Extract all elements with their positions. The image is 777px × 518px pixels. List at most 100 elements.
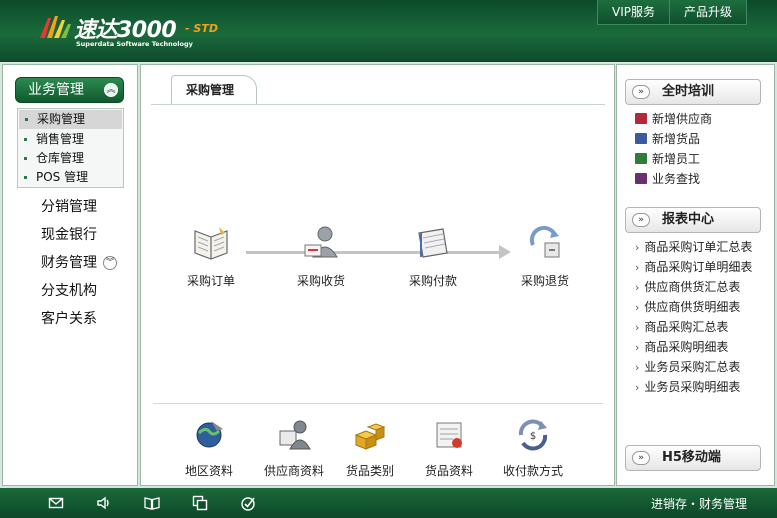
submenu-sales[interactable]: 销售管理 — [18, 130, 123, 149]
footer-icons — [48, 495, 288, 511]
footer-text: 进销存・财务管理 — [650, 497, 747, 511]
reports-header[interactable]: » 报表中心 — [625, 207, 761, 233]
sidebar-item-label: 财务管理 — [41, 255, 97, 271]
sidebar-item-crm[interactable]: 客户关系 — [3, 305, 137, 333]
book-icon — [635, 173, 647, 184]
payment-method-link[interactable]: $ 收付款方式 — [493, 417, 573, 479]
flow-purchase-receipt[interactable]: 采购收货 — [281, 223, 361, 289]
quick-label: 新增供应商 — [652, 112, 713, 126]
quick-label: 新增货品 — [652, 132, 701, 146]
app-header: 速达3000 - STD Superdata Software Technolo… — [0, 0, 777, 62]
region-data-link[interactable]: 地区资料 — [169, 417, 249, 479]
goods-data-link[interactable]: 货品资料 — [409, 417, 489, 479]
flow-purchase-payment[interactable]: 采购付款 — [393, 223, 473, 289]
supplier-data-link[interactable]: 供应商资料 — [254, 417, 334, 479]
flow-label: 采购付款 — [408, 274, 457, 288]
logo-mark-icon — [40, 16, 71, 38]
boxes-icon — [354, 423, 386, 450]
tab-purchase[interactable]: 采购管理 — [171, 75, 257, 105]
payment-exchange-icon: $ — [518, 419, 548, 451]
payment-method-label: 收付款方式 — [502, 464, 563, 478]
book-icon — [635, 153, 647, 164]
submenu-warehouse[interactable]: 仓库管理 — [18, 149, 123, 168]
speaker-icon[interactable] — [96, 495, 112, 511]
report-link[interactable]: › 供应商供货明细表 — [635, 297, 773, 317]
flow-purchase-order[interactable]: 采购订单 — [171, 223, 251, 289]
report-link[interactable]: › 商品采购订单明细表 — [635, 257, 773, 277]
chevron-small-icon: › — [635, 241, 640, 254]
business-search-link[interactable]: 业务查找 — [635, 169, 765, 189]
mail-icon[interactable] — [48, 495, 64, 511]
supplier-data-label: 供应商资料 — [263, 464, 324, 478]
upgrade-link[interactable]: 产品升级 — [669, 0, 747, 25]
training-header[interactable]: » 全时培训 — [625, 79, 761, 105]
chevron-small-icon: › — [635, 341, 640, 354]
brand-edition: - STD — [185, 22, 218, 35]
supplier-person-icon — [279, 420, 311, 450]
brand-logo: 速达3000 - STD Superdata Software Technolo… — [38, 12, 238, 50]
quick-actions: 新增供应商 新增货品 新增员工 业务查找 — [635, 109, 765, 189]
report-label: 业务员采购汇总表 — [644, 360, 741, 374]
chevron-small-icon: › — [635, 301, 640, 314]
report-link[interactable]: › 业务员采购明细表 — [635, 377, 773, 397]
windows-icon[interactable] — [192, 495, 208, 511]
chevron-right-icon: » — [632, 213, 650, 227]
add-supplier-link[interactable]: 新增供应商 — [635, 109, 765, 129]
return-arrows-icon — [529, 225, 560, 258]
submenu-pos[interactable]: POS 管理 — [18, 168, 123, 187]
sidebar-item-branches[interactable]: 分支机构 — [3, 277, 137, 305]
report-link[interactable]: › 商品采购汇总表 — [635, 317, 773, 337]
collapse-icon: ︽ — [104, 83, 118, 97]
report-label: 商品采购订单汇总表 — [644, 240, 753, 254]
expand-icon: ︾ — [103, 256, 117, 270]
person-receive-icon — [304, 226, 338, 258]
chevron-small-icon: › — [635, 321, 640, 334]
chevron-small-icon: › — [635, 381, 640, 394]
chevron-small-icon: › — [635, 361, 640, 374]
section-divider — [153, 403, 603, 404]
sidebar-item-label: 分支机构 — [41, 283, 97, 299]
book-icon — [635, 113, 647, 124]
sidebar-item-cash-bank[interactable]: 现金银行 — [3, 221, 137, 249]
top-nav: VIP服务 产品升级 — [596, 0, 747, 25]
quick-label: 业务查找 — [652, 172, 701, 186]
submenu-purchase[interactable]: 采购管理 — [19, 110, 122, 129]
report-link[interactable]: › 供应商供货汇总表 — [635, 277, 773, 297]
sidebar-group-business[interactable]: 业务管理 ︽ — [15, 77, 124, 103]
add-employee-link[interactable]: 新增员工 — [635, 149, 765, 169]
report-label: 商品采购汇总表 — [644, 320, 729, 334]
svg-text:$: $ — [530, 431, 536, 442]
flow-label: 采购收货 — [296, 274, 345, 288]
report-link[interactable]: › 商品采购订单汇总表 — [635, 237, 773, 257]
sidebar-item-finance[interactable]: 财务管理 ︾ — [3, 249, 137, 277]
sidebar-submenu: 采购管理 销售管理 仓库管理 POS 管理 — [17, 108, 124, 188]
flow-purchase-return[interactable]: 采购退货 — [505, 223, 585, 289]
right-panel: » 全时培训 新增供应商 新增货品 新增员工 业务查找 » 报表中心 › 商品采购… — [616, 64, 775, 486]
brand-subtitle: Superdata Software Technology — [76, 40, 193, 48]
ledger-txt-icon — [418, 228, 448, 258]
notebook-icon — [194, 227, 228, 260]
report-label: 供应商供货汇总表 — [644, 280, 741, 294]
goods-data-label: 货品资料 — [424, 464, 473, 478]
status-bar: 进销存・财务管理 — [0, 488, 777, 518]
vip-service-link[interactable]: VIP服务 — [597, 0, 670, 25]
add-goods-link[interactable]: 新增货品 — [635, 129, 765, 149]
region-data-label: 地区资料 — [184, 464, 233, 478]
tab-divider — [151, 104, 605, 105]
report-link[interactable]: › 业务员采购汇总表 — [635, 357, 773, 377]
report-link[interactable]: › 商品采购明细表 — [635, 337, 773, 357]
report-label: 商品采购订单明细表 — [644, 260, 753, 274]
sidebar-items: 分销管理 现金银行 财务管理 ︾ 分支机构 客户关系 — [3, 193, 137, 333]
book-icon[interactable] — [144, 495, 160, 511]
mobile-header[interactable]: » H5移动端 — [625, 445, 761, 471]
chevron-right-icon: » — [632, 85, 650, 99]
sidebar-item-distribution[interactable]: 分销管理 — [3, 193, 137, 221]
training-title: 全时培训 — [662, 84, 715, 99]
check-icon[interactable] — [240, 495, 256, 511]
quick-label: 新增员工 — [652, 152, 701, 166]
goods-category-link[interactable]: 货品类别 — [330, 417, 410, 479]
content-frame: 业务管理 ︽ 采购管理 销售管理 仓库管理 POS 管理 分销管理 现金银行 财… — [0, 62, 777, 488]
sidebar: 业务管理 ︽ 采购管理 销售管理 仓库管理 POS 管理 分销管理 现金银行 财… — [2, 64, 138, 486]
report-label: 供应商供货明细表 — [644, 300, 741, 314]
sidebar-group-label: 业务管理 — [28, 82, 84, 98]
